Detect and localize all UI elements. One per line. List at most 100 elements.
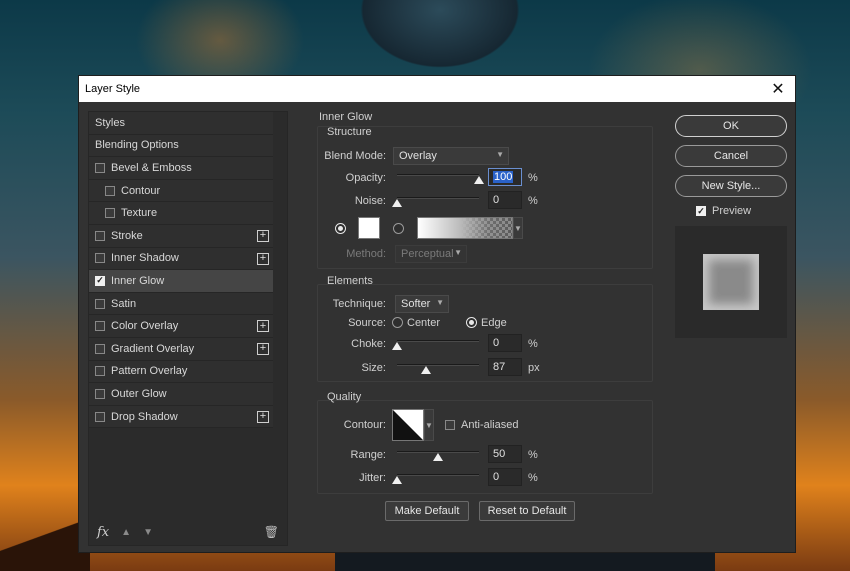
style-item-label: Texture — [121, 207, 158, 220]
choke-input[interactable]: 0 — [488, 334, 522, 352]
styles-panel: Styles Blending Options Bevel & Emboss Cont… — [88, 111, 288, 546]
style-item-inner-glow[interactable]: ✓ Inner Glow — [89, 270, 273, 293]
style-checkbox[interactable] — [95, 230, 105, 241]
reset-to-default-button[interactable]: Reset to Default — [479, 501, 575, 521]
range-label: Range: — [350, 449, 386, 461]
style-item-stroke[interactable]: Stroke + — [89, 224, 273, 248]
style-item-satin[interactable]: Satin — [89, 292, 273, 316]
style-checkbox[interactable] — [95, 321, 105, 332]
noise-slider-thumb[interactable] — [392, 199, 402, 207]
size-label: Size: — [361, 362, 386, 374]
make-default-button[interactable]: Make Default — [385, 501, 469, 521]
size-unit: px — [528, 362, 540, 374]
source-edge-radio[interactable] — [466, 317, 477, 328]
opacity-input[interactable]: 100 — [488, 168, 522, 186]
style-item-label: Contour — [121, 184, 161, 197]
technique-dropdown[interactable]: Softer ▼ — [395, 295, 449, 313]
style-item-texture[interactable]: Texture — [89, 202, 273, 225]
style-checkbox[interactable] — [95, 366, 105, 377]
jitter-slider[interactable] — [397, 474, 479, 476]
opacity-slider[interactable] — [397, 174, 479, 176]
quality-title: Quality — [327, 391, 362, 403]
size-input[interactable]: 87 — [488, 358, 522, 376]
style-item-label: Color Overlay — [111, 320, 179, 333]
technique-label: Technique: — [332, 298, 386, 310]
title-bar: Layer Style ✕ — [79, 76, 795, 102]
contour-chevron-icon[interactable]: ▼ — [424, 409, 434, 441]
style-checkbox[interactable] — [105, 185, 115, 196]
cancel-button[interactable]: Cancel — [675, 145, 787, 167]
opacity-slider-thumb[interactable] — [474, 176, 484, 184]
preview-checkbox[interactable]: ✓ — [696, 206, 706, 216]
range-slider-thumb[interactable] — [433, 453, 443, 461]
style-item-pattern-overlay[interactable]: Pattern Overlay — [89, 360, 273, 384]
style-checkbox[interactable] — [95, 343, 105, 354]
fx-button[interactable]: fx — [97, 525, 109, 540]
style-item-bevel-emboss[interactable]: Bevel & Emboss — [89, 157, 273, 180]
add-icon[interactable]: + — [257, 229, 269, 242]
style-item-styles[interactable]: Styles — [89, 112, 273, 135]
style-item-inner-shadow[interactable]: Inner Shadow + — [89, 247, 273, 271]
method-dropdown[interactable]: Perceptual ▼ — [395, 245, 467, 263]
trash-icon[interactable]: 🗑 — [264, 525, 279, 539]
style-checkbox[interactable] — [105, 208, 115, 219]
preview-label: Preview — [712, 205, 752, 217]
jitter-label: Jitter: — [359, 472, 386, 484]
arrow-down-icon[interactable]: ▼ — [143, 527, 153, 538]
style-item-color-overlay[interactable]: Color Overlay + — [89, 315, 273, 338]
style-item-blending-options[interactable]: Blending Options — [89, 134, 273, 158]
opacity-unit: % — [528, 172, 538, 184]
blend-mode-dropdown[interactable]: Overlay ▼ — [393, 147, 509, 165]
style-checkbox[interactable] — [95, 298, 105, 309]
blend-mode-label: Blend Mode: — [324, 150, 386, 162]
style-checkbox[interactable]: ✓ — [95, 275, 105, 286]
size-slider-thumb[interactable] — [420, 366, 431, 374]
section-title: Inner Glow — [319, 111, 373, 123]
style-item-label: Styles — [95, 116, 125, 129]
style-item-contour[interactable]: Contour — [89, 179, 273, 203]
jitter-slider-thumb[interactable] — [392, 476, 402, 484]
range-unit: % — [528, 449, 538, 461]
anti-aliased-label: Anti-aliased — [461, 419, 519, 431]
ok-button[interactable]: OK — [675, 115, 787, 137]
styles-scrollbar[interactable] — [279, 112, 287, 522]
chevron-down-icon: ▼ — [436, 298, 444, 307]
add-icon[interactable]: + — [257, 342, 269, 355]
source-label: Source: — [348, 317, 386, 329]
structure-title: Structure — [327, 126, 372, 138]
range-input[interactable]: 50 — [488, 445, 522, 463]
glow-color-swatch[interactable] — [358, 217, 380, 239]
anti-aliased-checkbox[interactable] — [445, 420, 455, 430]
technique-value: Softer — [401, 298, 431, 310]
new-style-button[interactable]: New Style... — [675, 175, 787, 197]
add-icon[interactable]: + — [257, 410, 269, 423]
style-item-outer-glow[interactable]: Outer Glow — [89, 383, 273, 406]
source-center-radio[interactable] — [392, 317, 403, 328]
style-checkbox[interactable] — [95, 411, 105, 422]
size-slider[interactable] — [397, 364, 479, 366]
gradient-chevron-icon[interactable]: ▼ — [513, 217, 523, 239]
choke-slider-thumb[interactable] — [392, 342, 402, 350]
gradient-radio[interactable] — [393, 223, 404, 234]
style-checkbox[interactable] — [95, 162, 105, 173]
gradient-swatch[interactable] — [417, 217, 513, 239]
noise-slider[interactable] — [397, 197, 479, 199]
jitter-input[interactable]: 0 — [488, 468, 522, 486]
style-item-gradient-overlay[interactable]: Gradient Overlay + — [89, 337, 273, 361]
choke-slider[interactable] — [397, 340, 479, 342]
style-checkbox[interactable] — [95, 253, 105, 264]
elements-title: Elements — [327, 275, 373, 287]
arrow-up-icon[interactable]: ▲ — [121, 527, 131, 538]
style-item-label: Stroke — [111, 229, 143, 242]
contour-preview[interactable] — [392, 409, 424, 441]
window-title: Layer Style — [85, 83, 141, 95]
style-item-label: Gradient Overlay — [111, 342, 195, 355]
noise-input[interactable]: 0 — [488, 191, 522, 209]
close-icon[interactable]: ✕ — [769, 80, 787, 98]
style-item-drop-shadow[interactable]: Drop Shadow + — [89, 405, 273, 429]
style-checkbox[interactable] — [95, 388, 105, 399]
add-icon[interactable]: + — [257, 320, 269, 333]
solid-color-radio[interactable] — [335, 223, 346, 234]
add-icon[interactable]: + — [257, 252, 269, 265]
style-item-label: Bevel & Emboss — [111, 161, 192, 174]
